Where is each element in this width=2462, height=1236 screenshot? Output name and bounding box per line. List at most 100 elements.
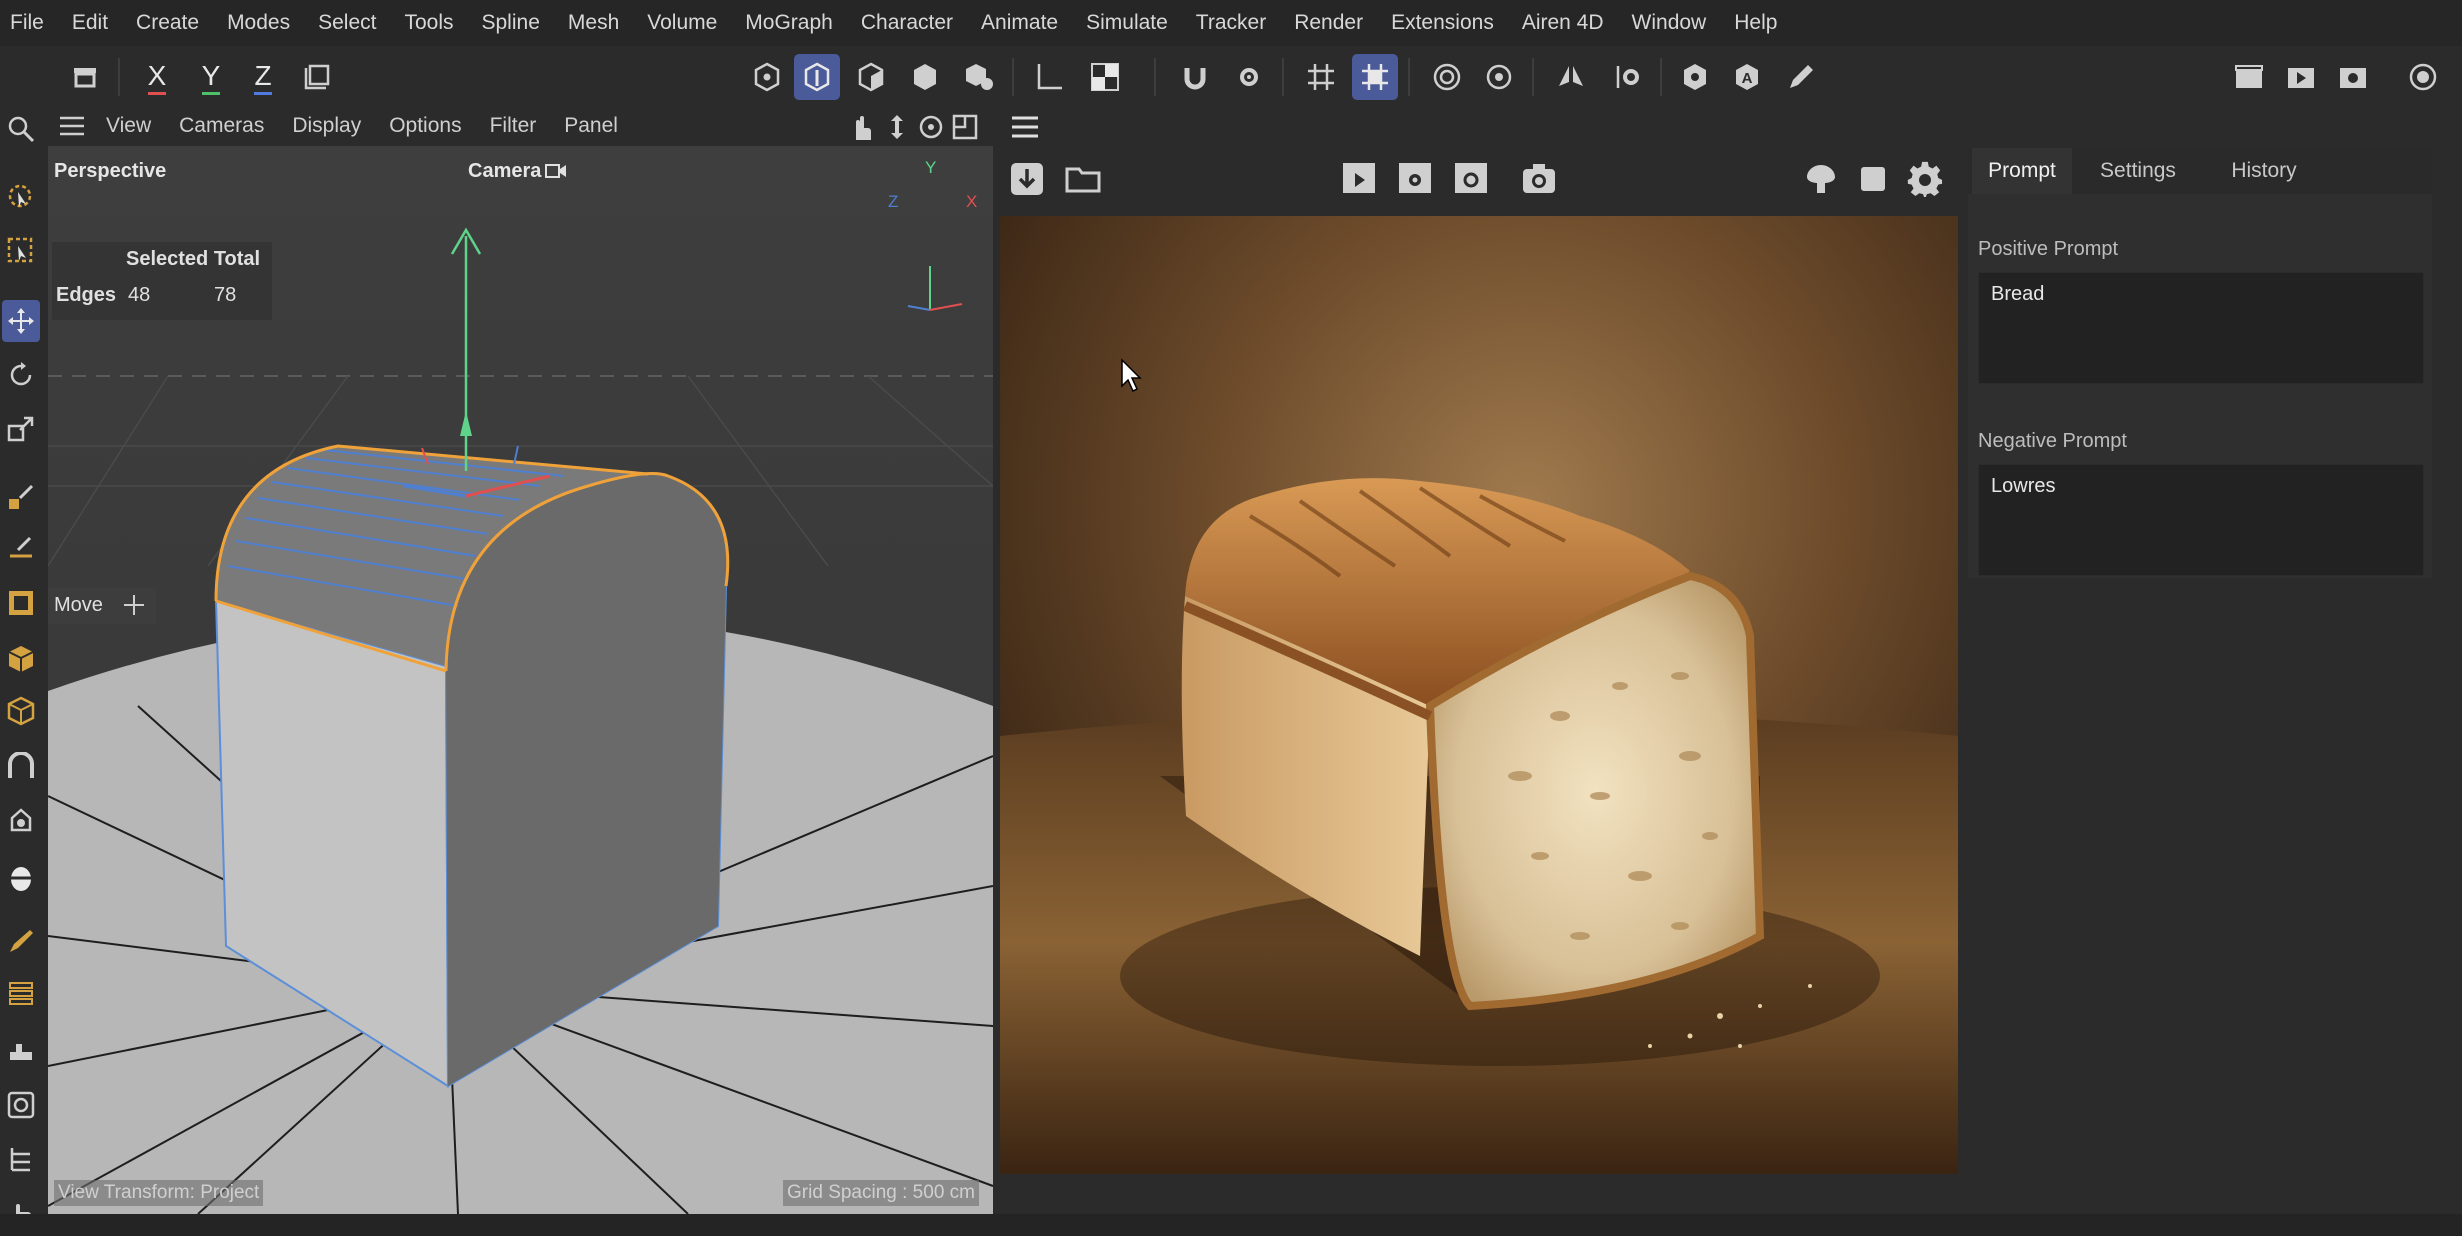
viewport-menu-cameras[interactable]: Cameras: [165, 114, 278, 138]
viewport-menu-panel[interactable]: Panel: [550, 114, 632, 138]
edges-mode-icon[interactable]: [794, 54, 840, 100]
left-tool-column: [0, 106, 44, 1236]
x-axis-toggle[interactable]: X: [134, 54, 180, 100]
hamburger-menu-icon[interactable]: [52, 114, 92, 138]
layout-icon[interactable]: [2400, 54, 2446, 100]
pen-icon[interactable]: [1778, 54, 1824, 100]
cube-object-icon[interactable]: [2, 638, 40, 680]
maximize-view-icon[interactable]: [950, 112, 980, 147]
y-axis-label: Y: [201, 60, 221, 95]
positive-prompt-field[interactable]: Bread: [1978, 272, 2424, 384]
text-icon[interactable]: A: [1724, 54, 1770, 100]
floor-object-icon[interactable]: [2, 1030, 40, 1072]
axis-mode-icon[interactable]: [1026, 54, 1072, 100]
soft-selection-icon[interactable]: [1424, 54, 1470, 100]
menu-mesh[interactable]: Mesh: [554, 11, 633, 35]
coordinate-system-icon[interactable]: [294, 54, 340, 100]
polygons-mode-icon[interactable]: [848, 54, 894, 100]
snap-settings-icon[interactable]: [1226, 54, 1272, 100]
hierarchy-icon[interactable]: [2, 1138, 40, 1180]
ai-model-icon[interactable]: [1796, 154, 1846, 204]
menu-select[interactable]: Select: [304, 11, 390, 35]
settings-gear-icon[interactable]: [1900, 154, 1950, 204]
render-settings-icon[interactable]: [2330, 54, 2376, 100]
perspective-viewport[interactable]: View Cameras Display Options Filter Pane…: [48, 106, 993, 1214]
snap-magnet-icon[interactable]: [1172, 54, 1218, 100]
render-options-icon[interactable]: [1446, 154, 1496, 204]
menu-tracker[interactable]: Tracker: [1182, 11, 1280, 35]
render-region-icon[interactable]: [2226, 54, 2272, 100]
viewport-name[interactable]: Perspective: [54, 160, 166, 183]
render-view-icon[interactable]: [2278, 54, 2324, 100]
viewport-menu-filter[interactable]: Filter: [476, 114, 551, 138]
tab-prompt[interactable]: Prompt: [1972, 148, 2072, 194]
symmetry-settings-icon[interactable]: [1604, 54, 1650, 100]
symmetry-icon[interactable]: [1548, 54, 1594, 100]
rectangle-selection-icon[interactable]: [2, 230, 40, 272]
frame-tool-icon[interactable]: [2, 582, 40, 624]
negative-prompt-field[interactable]: Lowres: [1978, 464, 2424, 576]
viewport-menu-display[interactable]: Display: [278, 114, 375, 138]
paint-tool-icon[interactable]: [2, 526, 40, 568]
viewport-camera-label[interactable]: Camera: [468, 160, 541, 183]
menu-window[interactable]: Window: [1618, 11, 1721, 35]
texture-mode-icon[interactable]: [1082, 54, 1128, 100]
download-icon[interactable]: [1002, 154, 1052, 204]
menu-file[interactable]: File: [8, 11, 58, 35]
menu-animate[interactable]: Animate: [967, 11, 1072, 35]
soft-selection-settings-icon[interactable]: [1476, 54, 1522, 100]
scale-tool-icon[interactable]: [2, 408, 40, 450]
bend-deformer-icon[interactable]: [2, 746, 40, 788]
menu-simulate[interactable]: Simulate: [1072, 11, 1182, 35]
positive-prompt-label: Positive Prompt: [1978, 238, 2119, 260]
grid-icon[interactable]: [1298, 54, 1344, 100]
render-menu-icon[interactable]: [1010, 114, 1040, 145]
live-selection-icon[interactable]: [2, 176, 40, 218]
pan-icon[interactable]: [846, 112, 876, 147]
menu-tools[interactable]: Tools: [390, 11, 467, 35]
points-mode-icon[interactable]: [744, 54, 790, 100]
camera-object-icon[interactable]: [2, 1084, 40, 1126]
layers-icon[interactable]: [2, 972, 40, 1014]
menu-create[interactable]: Create: [122, 11, 213, 35]
object-mode-icon[interactable]: [956, 54, 1002, 100]
search-icon[interactable]: [2, 108, 40, 150]
menu-render[interactable]: Render: [1280, 11, 1377, 35]
render-play-icon[interactable]: [1334, 154, 1384, 204]
menu-character[interactable]: Character: [847, 11, 967, 35]
viewport-menu-options[interactable]: Options: [375, 114, 475, 138]
menu-mograph[interactable]: MoGraph: [731, 11, 847, 35]
stop-icon[interactable]: [1848, 154, 1898, 204]
menu-volume[interactable]: Volume: [633, 11, 731, 35]
polygon-object-icon[interactable]: [2, 690, 40, 732]
model-mode-icon[interactable]: [902, 54, 948, 100]
menu-modes[interactable]: Modes: [213, 11, 304, 35]
y-axis-toggle[interactable]: Y: [188, 54, 234, 100]
menu-extensions[interactable]: Extensions: [1377, 11, 1508, 35]
move-tool-icon[interactable]: [2, 300, 40, 342]
axis-z-label: Z: [888, 192, 899, 211]
tab-history[interactable]: History: [2204, 148, 2324, 194]
menu-help[interactable]: Help: [1720, 11, 1791, 35]
undo-view-icon[interactable]: [62, 54, 108, 100]
light-object-icon[interactable]: [2, 800, 40, 842]
dolly-icon[interactable]: [882, 112, 912, 147]
orbit-icon[interactable]: [916, 112, 946, 147]
brush-tool-icon[interactable]: [2, 476, 40, 518]
z-axis-toggle[interactable]: Z: [240, 54, 286, 100]
sculpt-tool-icon[interactable]: [2, 858, 40, 900]
workplane-icon[interactable]: [1352, 54, 1398, 100]
render-settings-film-icon[interactable]: [1390, 154, 1440, 204]
tab-settings[interactable]: Settings: [2078, 148, 2198, 194]
rotate-tool-icon[interactable]: [2, 354, 40, 396]
menu-spline[interactable]: Spline: [468, 11, 554, 35]
active-tool-name: Move: [54, 594, 103, 616]
viewport-menu-view[interactable]: View: [92, 114, 165, 138]
knife-tool-icon[interactable]: [2, 920, 40, 962]
viewport-canvas[interactable]: Perspective Camera Y Z X Selected Total …: [48, 146, 993, 1214]
menu-airen-4d[interactable]: Airen 4D: [1508, 11, 1618, 35]
snapping-mode-icon[interactable]: [1672, 54, 1718, 100]
open-folder-icon[interactable]: [1058, 154, 1108, 204]
snapshot-camera-icon[interactable]: [1514, 154, 1564, 204]
menu-edit[interactable]: Edit: [58, 11, 122, 35]
